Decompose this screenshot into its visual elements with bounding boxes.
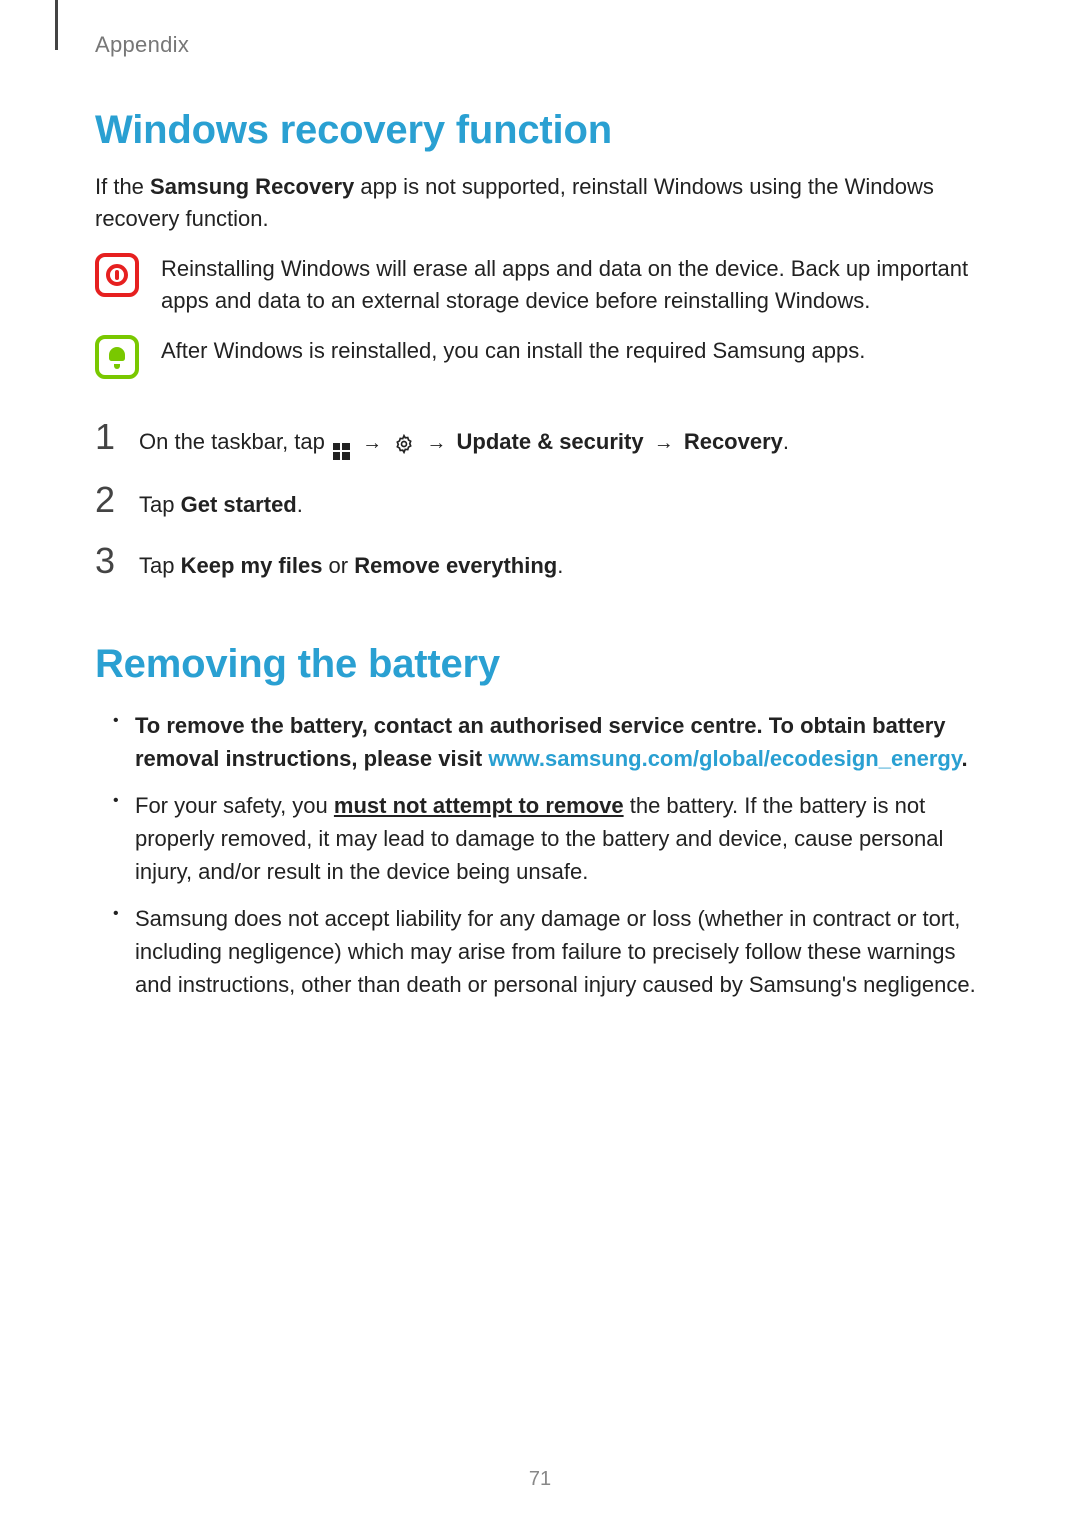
windows-start-icon: [333, 443, 350, 460]
bell-icon: [95, 335, 139, 379]
step1-bold1: Update & security: [457, 429, 644, 454]
arrow-icon: →: [362, 432, 382, 454]
step-number: 3: [95, 543, 121, 579]
step3-end: .: [557, 553, 563, 578]
page-number: 71: [0, 1468, 1080, 1491]
step3-mid: or: [322, 553, 354, 578]
note-callout: After Windows is reinstalled, you can in…: [95, 335, 985, 379]
section-title-recovery: Windows recovery function: [95, 108, 985, 153]
steps-list: 1 On the taskbar, tap → → Update & secur…: [95, 419, 985, 582]
step2-end: .: [297, 492, 303, 517]
b2-underline: must not attempt to remove: [334, 793, 624, 818]
b1-end: .: [961, 746, 967, 771]
step-text: Tap Keep my files or Remove everything.: [139, 549, 563, 582]
note-text: After Windows is reinstalled, you can in…: [161, 335, 865, 367]
step-3: 3 Tap Keep my files or Remove everything…: [95, 543, 985, 582]
step-2: 2 Tap Get started.: [95, 482, 985, 521]
warning-callout: Reinstalling Windows will erase all apps…: [95, 253, 985, 317]
step-text: On the taskbar, tap → → Update & securit…: [139, 425, 789, 460]
intro-text-bold: Samsung Recovery: [150, 174, 354, 199]
header-section-label: Appendix: [95, 32, 189, 58]
arrow-icon: →: [654, 432, 674, 454]
b2-pre: For your safety, you: [135, 793, 334, 818]
step-text: Tap Get started.: [139, 488, 303, 521]
step-1: 1 On the taskbar, tap → → Update & secur…: [95, 419, 985, 460]
section-title-battery: Removing the battery: [95, 642, 985, 687]
step1-pre: On the taskbar, tap: [139, 429, 331, 454]
step3-bold2: Remove everything: [354, 553, 557, 578]
arrow-icon: →: [426, 432, 446, 454]
page-tab-mark: [55, 0, 58, 50]
intro-text-pre: If the: [95, 174, 150, 199]
warning-text: Reinstalling Windows will erase all apps…: [161, 253, 985, 317]
settings-gear-icon: [394, 427, 414, 460]
bullet-item-2: For your safety, you must not attempt to…: [117, 789, 985, 888]
step1-end: .: [783, 429, 789, 454]
document-page: Appendix Windows recovery function If th…: [0, 0, 1080, 1527]
bullet-item-3: Samsung does not accept liability for an…: [117, 902, 985, 1001]
intro-paragraph: If the Samsung Recovery app is not suppo…: [95, 171, 985, 235]
step1-bold2: Recovery: [684, 429, 783, 454]
step3-pre: Tap: [139, 553, 181, 578]
step-number: 1: [95, 419, 121, 455]
step-number: 2: [95, 482, 121, 518]
step3-bold1: Keep my files: [181, 553, 323, 578]
section-battery: Removing the battery To remove the batte…: [95, 642, 985, 1001]
page-content: Windows recovery function If the Samsung…: [95, 108, 985, 1015]
warning-icon: [95, 253, 139, 297]
bullet-list: To remove the battery, contact an author…: [95, 709, 985, 1001]
bullet-item-1: To remove the battery, contact an author…: [117, 709, 985, 775]
ecodesign-link[interactable]: www.samsung.com/global/ecodesign_energy: [488, 746, 961, 771]
step2-bold: Get started: [181, 492, 297, 517]
step2-pre: Tap: [139, 492, 181, 517]
